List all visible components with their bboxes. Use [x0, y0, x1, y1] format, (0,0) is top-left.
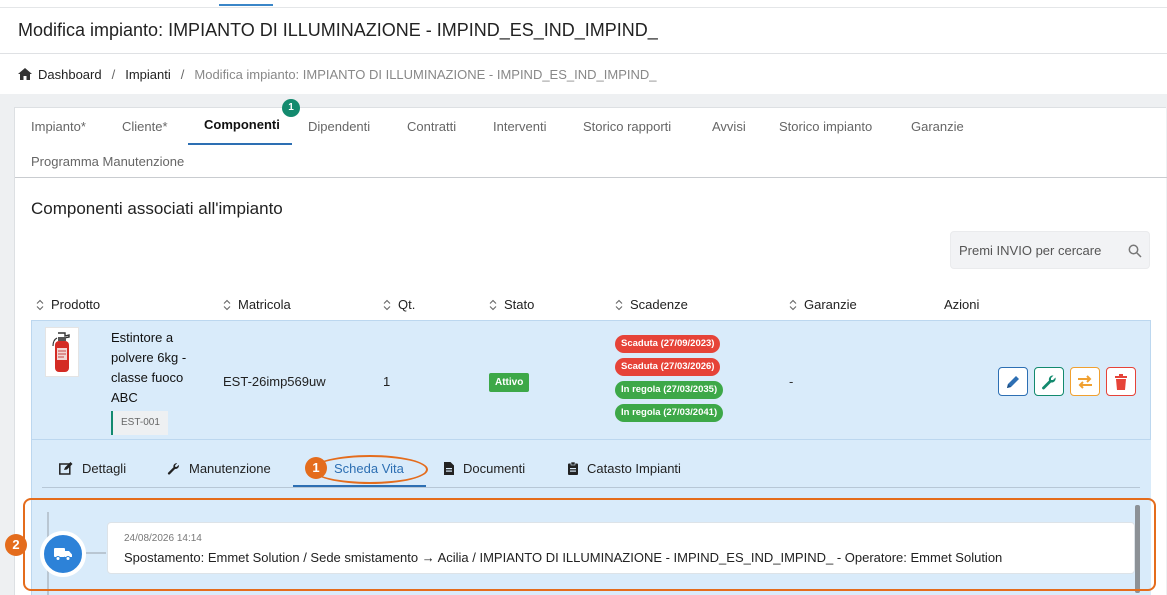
tab-garanzie[interactable]: Garanzie [911, 119, 964, 134]
tab-storico-impianto[interactable]: Storico impianto [779, 119, 872, 134]
status-badge: Attivo [489, 373, 530, 392]
delete-button[interactable] [1106, 367, 1136, 396]
column-prodotto-label: Prodotto [51, 297, 101, 312]
subtab-catasto-impianti-label: Catasto Impianti [587, 461, 681, 476]
warranty-value: - [789, 374, 794, 389]
sort-icon [36, 299, 44, 310]
annotation-marker-1: 1 [305, 457, 327, 479]
breadcrumb-current: Modifica impianto: IMPIANTO DI ILLUMINAZ… [194, 66, 657, 82]
product-name: Estintore a polvere 6kg - classe fuoco A… [111, 330, 187, 405]
annotation-highlight-box [23, 498, 1156, 591]
column-matricola-label: Matricola [238, 297, 291, 312]
page-title: Modifica impianto: IMPIANTO DI ILLUMINAZ… [18, 20, 658, 40]
quantity: 1 [383, 374, 391, 389]
sort-icon [383, 299, 391, 310]
sort-icon [789, 299, 797, 310]
deadline-badge: Scaduta (27/09/2023) [615, 335, 721, 353]
wrench-icon [167, 463, 179, 475]
column-scadenze[interactable]: Scadenze [615, 297, 688, 312]
column-azioni: Azioni [944, 297, 980, 312]
active-tab-underline [188, 143, 292, 145]
column-stato-label: Stato [504, 297, 535, 312]
sort-icon [615, 299, 623, 310]
table-row[interactable]: Estintore a polvere 6kg - classe fuoco A… [31, 320, 1151, 440]
product-sku-tag: EST-001 [111, 411, 168, 435]
column-garanzie[interactable]: Garanzie [789, 297, 857, 312]
column-prodotto[interactable]: Prodotto [36, 297, 100, 312]
subtab-documenti[interactable]: Documenti [444, 461, 525, 476]
serial-number: EST-26imp569uw [223, 374, 326, 389]
transfer-button[interactable] [1070, 367, 1100, 396]
subtab-manutenzione[interactable]: Manutenzione [167, 461, 271, 476]
detail-tab-bar: Dettagli Manutenzione Scheda Vita Docume… [42, 440, 1140, 488]
tab-interventi[interactable]: Interventi [493, 119, 546, 134]
tab-programma-manutenzione[interactable]: Programma Manutenzione [31, 154, 184, 169]
product-image [45, 327, 79, 377]
top-strip-accent [219, 4, 273, 6]
tab-cliente[interactable]: Cliente* [122, 119, 168, 134]
column-scadenze-label: Scadenze [630, 297, 688, 312]
tab-dipendenti[interactable]: Dipendenti [308, 119, 370, 134]
breadcrumb-impianti[interactable]: Impianti [125, 67, 171, 82]
tab-contratti[interactable]: Contratti [407, 119, 456, 134]
table-header: Prodotto Matricola Qt. Stato Scadenze Ga… [15, 295, 1151, 319]
page-header: Modifica impianto: IMPIANTO DI ILLUMINAZ… [0, 8, 1167, 54]
subtab-catasto-impianti[interactable]: Catasto Impianti [568, 461, 681, 476]
edit-button[interactable] [998, 367, 1028, 396]
subtab-dettagli[interactable]: Dettagli [59, 461, 126, 476]
column-stato[interactable]: Stato [489, 297, 534, 312]
maintenance-button[interactable] [1034, 367, 1064, 396]
search-icon[interactable] [1128, 244, 1142, 258]
annotation-marker-2: 2 [5, 534, 27, 556]
annotation-highlight-ellipse [312, 455, 428, 484]
deadline-badge: Scaduta (27/03/2026) [615, 358, 721, 376]
document-icon [444, 462, 454, 475]
section-title: Componenti associati all'impianto [31, 199, 283, 218]
clipboard-icon [568, 462, 578, 475]
search-placeholder: Premi INVIO per cercare [959, 243, 1102, 258]
tab-impianto[interactable]: Impianto* [31, 119, 86, 134]
search-input[interactable]: Premi INVIO per cercare [950, 231, 1150, 269]
pencil-icon [1007, 375, 1019, 388]
trash-icon [1115, 373, 1127, 390]
deadline-badge: In regola (27/03/2035) [615, 381, 724, 399]
column-qt[interactable]: Qt. [383, 297, 415, 312]
breadcrumb: Dashboard / Impianti / Modifica impianto… [0, 54, 1167, 94]
column-garanzie-label: Garanzie [804, 297, 857, 312]
tab-componenti[interactable]: Componenti [204, 117, 280, 132]
top-strip [0, 0, 1167, 8]
breadcrumb-dashboard[interactable]: Dashboard [38, 67, 102, 82]
subtab-documenti-label: Documenti [463, 461, 526, 476]
tab-componenti-badge: 1 [282, 99, 300, 117]
column-matricola[interactable]: Matricola [223, 297, 291, 312]
tab-avvisi[interactable]: Avvisi [712, 119, 746, 134]
breadcrumb-separator: / [180, 66, 185, 82]
breadcrumb-separator: / [111, 66, 116, 82]
active-subtab-underline [293, 485, 426, 487]
home-icon [18, 68, 32, 80]
sort-icon [489, 299, 497, 310]
tab-storico-rapporti[interactable]: Storico rapporti [583, 119, 671, 134]
subtab-manutenzione-label: Manutenzione [189, 461, 271, 476]
tab-bar: Impianto* Cliente* Componenti 1 Dipenden… [15, 99, 1167, 178]
sort-icon [223, 299, 231, 310]
column-qt-label: Qt. [398, 297, 416, 312]
transfer-icon [1078, 374, 1092, 389]
fire-extinguisher-icon [52, 332, 70, 372]
wrench-icon [1042, 374, 1056, 389]
deadline-badge: In regola (27/03/2041) [615, 404, 724, 422]
edit-icon [59, 462, 73, 475]
subtab-dettagli-label: Dettagli [82, 461, 127, 476]
